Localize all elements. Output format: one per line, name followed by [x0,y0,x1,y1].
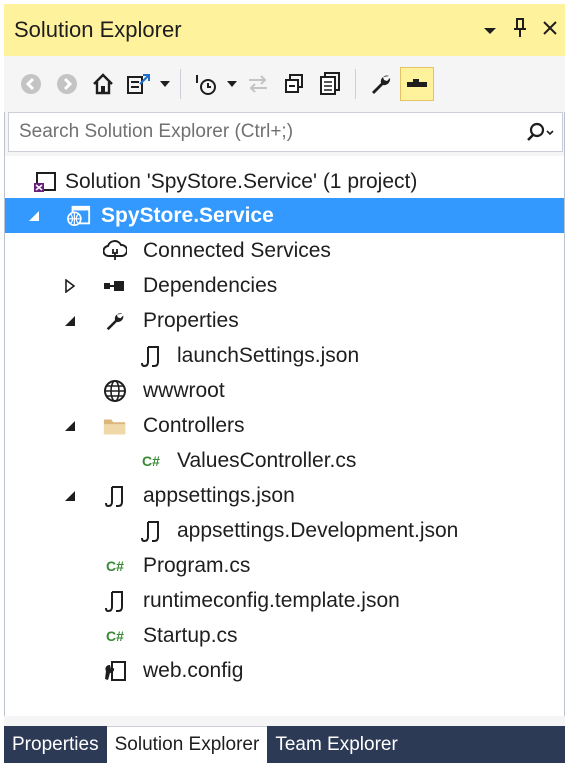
properties-button[interactable] [364,67,398,101]
tree-item-appsettings-development[interactable]: appsettings.Development.json [5,513,564,548]
csharp-file-icon: C# [106,627,124,644]
chevron-down-icon [227,81,237,87]
tab-solution-explorer[interactable]: Solution Explorer [106,726,268,763]
tree-item-connected-services[interactable]: Connected Services [5,233,564,268]
tree-item-launchsettings[interactable]: launchSettings.json [5,338,564,373]
tree-item-label: appsettings.json [143,483,295,507]
sync-icon [249,75,267,93]
collapse-all-icon [285,74,303,93]
preview-selected-items-button[interactable] [400,67,434,101]
close-icon [543,20,557,35]
tree-item-valuescontroller[interactable]: C# ValuesController.cs [5,443,564,478]
pending-changes-filter-button[interactable] [189,67,223,101]
tree-item-label: launchSettings.json [177,343,360,367]
back-icon [21,74,41,94]
forward-icon [57,74,77,94]
solution-tree: Solution 'SpyStore.Service' (1 project) … [5,156,564,716]
tree-item-webconfig[interactable]: web.config [5,653,564,688]
show-all-files-button[interactable] [313,67,347,101]
home-button[interactable] [86,67,120,101]
tree-item-startup[interactable]: C# Startup.cs [5,618,564,653]
tree-item-label: Properties [143,308,239,332]
tree-item-label: Dependencies [143,273,278,297]
chevron-down-icon [484,27,496,34]
tab-properties[interactable]: Properties [4,726,107,763]
tree-item-wwwroot[interactable]: wwwroot [5,373,564,408]
tree-item-label: appsettings.Development.json [177,518,459,542]
wrench-icon [372,75,391,94]
title-bar: Solution Explorer [4,4,565,56]
expanded-arrow-icon[interactable] [27,198,41,233]
toolbar-separator [355,69,356,99]
tree-item-label: SpyStore.Service [101,203,274,227]
folder-icon [103,414,127,438]
show-all-files-icon [320,72,340,95]
dependencies-icon [103,274,127,298]
tree-item-solution[interactable]: Solution 'SpyStore.Service' (1 project) [5,164,564,199]
expanded-arrow-icon[interactable] [63,408,77,443]
tree-item-label: wwwroot [143,378,225,402]
tree-item-label: Connected Services [143,238,331,262]
tree-item-program[interactable]: C# Program.cs [5,548,564,583]
globe-icon [103,379,127,403]
back-button[interactable] [14,67,48,101]
toolbar-separator [180,69,181,99]
tab-team-explorer[interactable]: Team Explorer [267,726,406,763]
window-title: Solution Explorer [14,17,182,42]
search-input[interactable]: Search Solution Explorer (Ctrl+;) [9,121,518,143]
expanded-arrow-icon[interactable] [63,303,77,338]
forward-button[interactable] [50,67,84,101]
preview-icon [407,79,427,87]
tree-item-label: runtimeconfig.template.json [143,588,400,612]
connected-services-icon [103,239,127,263]
tree-item-appsettings[interactable]: appsettings.json [5,478,564,513]
pin-button[interactable] [505,17,535,43]
toolbar [4,56,565,112]
collapsed-arrow-icon[interactable] [63,268,77,303]
chevron-down-icon [160,81,170,87]
json-file-icon [103,484,127,508]
tree-item-properties[interactable]: Properties [5,303,564,338]
tree-item-controllers[interactable]: Controllers [5,408,564,443]
csharp-file-icon: C# [106,557,124,574]
collapse-all-button[interactable] [277,67,311,101]
tree-item-label: web.config [143,658,244,682]
search-icon[interactable] [518,122,562,142]
tree-item-label: Startup.cs [143,623,238,647]
web-project-icon [67,204,91,228]
csharp-file-icon: C# [142,452,160,469]
tree-item-label: ValuesController.cs [177,448,357,472]
tree-item-project[interactable]: SpyStore.Service [5,198,564,233]
config-file-icon [103,659,127,683]
solution-icon [33,170,57,194]
expanded-arrow-icon[interactable] [63,478,77,513]
wrench-icon [103,309,127,333]
close-button[interactable] [535,20,565,41]
pin-icon [514,17,526,37]
json-file-icon [103,589,127,613]
switch-views-button[interactable] [122,67,156,101]
switch-views-dropdown[interactable] [158,67,172,101]
tree-item-runtimeconfig[interactable]: runtimeconfig.template.json [5,583,564,618]
search-box[interactable]: Search Solution Explorer (Ctrl+;) [8,112,563,152]
tree-item-label: Controllers [143,413,245,437]
json-file-icon [139,344,163,368]
tree-item-label: Program.cs [143,553,251,577]
tab-strip-spacer [4,716,565,726]
switch-views-icon [127,74,150,94]
tree-item-dependencies[interactable]: Dependencies [5,268,564,303]
sync-with-active-document-button[interactable] [241,67,275,101]
json-file-icon [139,519,163,543]
window-options-dropdown[interactable] [475,20,505,41]
tree-item-label: Solution 'SpyStore.Service' (1 project) [65,169,418,193]
clock-filter-icon [196,75,216,95]
tool-window-tabs: Properties Solution Explorer Team Explor… [4,726,565,763]
home-icon [93,73,113,95]
pending-changes-dropdown[interactable] [225,67,239,101]
